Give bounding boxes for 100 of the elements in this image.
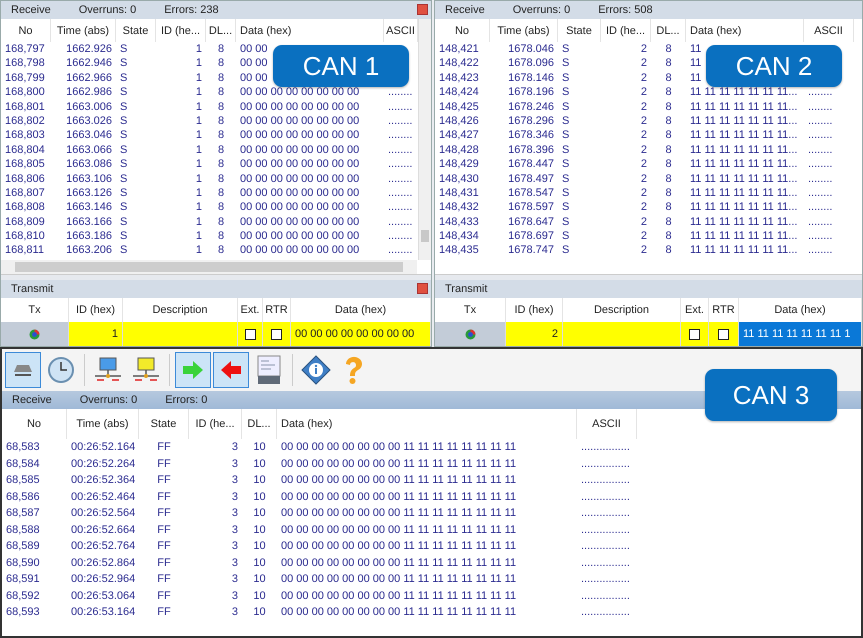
description-field[interactable]: [123, 322, 238, 346]
toolbar-button[interactable]: [213, 352, 249, 388]
table-cell: S: [120, 43, 128, 55]
horizontal-scrollbar[interactable]: [1, 260, 417, 274]
ext-checkbox[interactable]: [244, 328, 256, 340]
receive-label: Receive: [12, 394, 52, 406]
table-cell: ........: [808, 158, 832, 170]
column-header[interactable]: Data (hex): [281, 418, 332, 430]
table-cell: 8: [218, 129, 224, 142]
table-cell: 8: [218, 230, 224, 242]
right-arrow-icon: [182, 360, 204, 380]
column-header[interactable]: State: [122, 24, 148, 36]
transmit-status-icon[interactable]: [464, 328, 476, 340]
column-header[interactable]: Ext.: [240, 304, 260, 316]
column-header[interactable]: Description: [152, 304, 208, 316]
column-header[interactable]: No: [26, 418, 42, 430]
table-cell: ................: [581, 540, 630, 552]
table-cell: 11 11 11 11 11 11 11...: [690, 216, 798, 228]
toolbar-button[interactable]: [5, 352, 41, 388]
table-cell: S: [562, 129, 570, 142]
table-cell: FF: [157, 524, 171, 536]
table-cell: 2: [640, 57, 647, 70]
column-header[interactable]: ID (he...: [606, 24, 646, 36]
table-cell: S: [562, 144, 570, 156]
table-cell: 2: [640, 158, 647, 170]
table-cell: 1662.926: [66, 43, 112, 55]
channel-badge: CAN 2: [706, 45, 842, 87]
table-cell: 2: [640, 129, 647, 142]
column-header[interactable]: ID (hex): [76, 304, 116, 316]
table-cell: S: [562, 216, 570, 228]
id-field[interactable]: 1: [69, 322, 123, 346]
table-cell: 00 00 00 00 00 00 00 00 11 11 11 11 11 11 11 11: [281, 573, 516, 585]
column-header[interactable]: State: [566, 24, 592, 36]
rtr-checkbox[interactable]: [271, 328, 282, 340]
table-cell: 11: [690, 72, 702, 84]
table-cell: 11 11 11 11 11 11 11...: [690, 244, 798, 256]
column-header[interactable]: ID (he...: [160, 24, 200, 36]
column-header[interactable]: Data (hex): [690, 24, 742, 36]
data-field[interactable]: 00 00 00 00 00 00 00 00: [291, 322, 431, 346]
table-cell: 8: [218, 158, 224, 170]
id-field[interactable]: 2: [506, 322, 563, 346]
channel-badge: CAN 3: [705, 369, 837, 421]
column-header[interactable]: ID (hex): [514, 304, 554, 316]
table-cell: 8: [665, 186, 672, 199]
column-header[interactable]: DL...: [656, 24, 680, 36]
table-cell: 1663.086: [66, 158, 112, 170]
column-header[interactable]: RTR: [265, 304, 288, 316]
table-cell: FF: [157, 458, 171, 470]
table-cell: 1678.697: [508, 230, 554, 242]
column-header[interactable]: ASCII: [814, 24, 843, 36]
overruns-count: Overruns: 0: [78, 4, 136, 16]
ext-checkbox[interactable]: [689, 328, 700, 340]
column-header[interactable]: DL...: [208, 24, 232, 36]
table-cell: S: [120, 72, 128, 84]
table-cell: 1: [196, 158, 202, 170]
column-header[interactable]: Data (hex): [334, 304, 386, 316]
column-header[interactable]: Time (abs): [76, 418, 129, 430]
table-cell: 168,809: [5, 216, 45, 228]
column-header[interactable]: No: [18, 24, 33, 36]
table-cell: 168,800: [5, 86, 45, 98]
table-cell: 00 00 00 00 00 00 00 00: [240, 144, 360, 156]
column-header[interactable]: DL...: [247, 418, 271, 430]
column-header[interactable]: Tx: [464, 304, 476, 316]
table-cell: 10: [253, 474, 266, 486]
column-header[interactable]: No: [454, 24, 470, 36]
vertical-scrollbar[interactable]: [418, 19, 431, 260]
column-header[interactable]: Time (abs): [56, 24, 110, 36]
column-header[interactable]: Time (abs): [497, 24, 550, 36]
column-header[interactable]: Tx: [28, 304, 41, 316]
column-header[interactable]: ASCII: [386, 24, 415, 36]
table-cell: 8: [665, 216, 672, 228]
table-cell: 3: [232, 573, 238, 585]
table-cell: 8: [665, 114, 672, 127]
table-cell: 168,802: [5, 114, 45, 127]
table-cell: ........: [808, 230, 832, 242]
table-cell: 168,803: [5, 129, 45, 142]
table-cell: ........: [388, 100, 412, 113]
column-header[interactable]: ID (he...: [195, 418, 235, 430]
column-header[interactable]: Description: [594, 304, 650, 316]
column-header[interactable]: State: [150, 418, 176, 430]
column-header[interactable]: Data (hex): [774, 304, 826, 316]
table-cell: S: [120, 201, 128, 214]
column-header[interactable]: RTR: [712, 304, 735, 316]
table-cell: 2: [640, 43, 647, 55]
table-cell: 1663.206: [66, 244, 112, 256]
rtr-checkbox[interactable]: [718, 328, 729, 340]
table-cell: 11 11 11 11 11 11 11...: [690, 100, 798, 113]
table-cell: 10: [253, 590, 266, 602]
column-header[interactable]: Ext.: [685, 304, 704, 316]
table-cell: 8: [665, 100, 672, 113]
table-cell: 11 11 11 11 11 11 11...: [690, 201, 798, 214]
transmit-status-icon[interactable]: [29, 328, 40, 340]
table-cell: 00:26:52.364: [71, 474, 136, 486]
table-cell: 1662.946: [66, 57, 112, 70]
column-header[interactable]: Data (hex): [240, 24, 292, 36]
table-cell: 1663.026: [66, 114, 112, 127]
column-header[interactable]: ASCII: [592, 418, 621, 430]
data-field[interactable]: 11 11 11 11 11 11 11 1: [739, 322, 862, 346]
description-field[interactable]: [563, 322, 681, 346]
help-icon: [343, 355, 365, 385]
